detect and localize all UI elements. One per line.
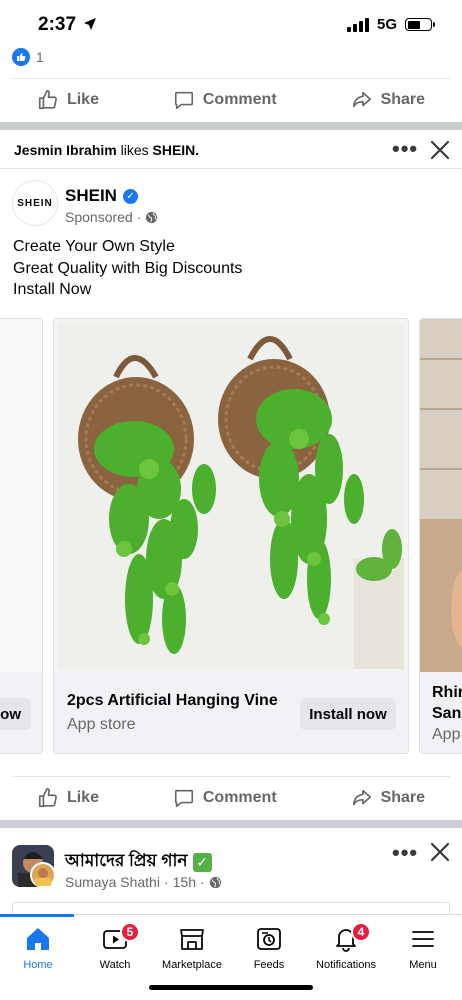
more-options-icon[interactable]: ••• [392,136,418,162]
post-time[interactable]: 15h [173,874,196,890]
comment-button[interactable]: Comment [173,89,277,111]
page-avatar[interactable]: SHEIN [12,180,58,226]
verified-badge-icon: ✓ [122,188,138,204]
share-label: Share [380,789,426,806]
divider [0,168,462,169]
close-icon[interactable] [428,840,452,864]
author-name[interactable]: Sumaya Shathi [65,874,160,890]
close-icon[interactable] [428,138,452,162]
card-title-partial: Rhir San [432,684,462,722]
post-action-bar: Like Comment Share [0,78,462,122]
thumbs-up-icon [38,90,57,110]
tab-menu[interactable]: Menu [383,925,462,971]
location-arrow-icon [84,18,97,30]
like-label: Like [66,91,99,108]
ad-post-action-bar: Like Comment Share [0,776,462,820]
carousel-card-previous[interactable]: ow [0,318,43,754]
like-button[interactable]: Like [37,787,99,809]
network-type: 5G [376,16,397,33]
signal-icon [346,17,369,32]
post-separator [0,820,462,828]
post-context-line: Jesmin Ibrahim likes SHEIN. [14,142,200,158]
thumbs-up-icon [38,788,57,808]
reaction-summary[interactable]: 1 [12,48,44,66]
carousel-card-next[interactable]: Rhir San App [419,318,462,754]
author-avatar-image [35,868,51,886]
card-footer: 2pcs Artificial Hanging Vine App store I… [54,672,408,753]
feeds-icon [257,928,281,950]
status-time: 2:37 [38,14,97,36]
marketplace-icon [180,929,204,950]
post-separator [0,122,462,130]
group-name[interactable]: আমাদের প্রিয় গান ✓ [65,848,212,876]
card-subtitle: App store [67,716,136,733]
share-button[interactable]: Share [351,89,425,111]
like-label: Like [66,789,99,806]
author-avatar[interactable] [30,862,56,888]
post-meta: Sumaya Shathi · 15h · [65,874,222,890]
tab-marketplace[interactable]: Marketplace [152,925,232,971]
product-image [54,319,408,672]
thumbs-up-reaction-icon [12,48,30,66]
more-options-icon[interactable]: ••• [392,840,418,866]
comment-icon [174,789,193,808]
install-now-button[interactable]: Install now [300,698,396,730]
comment-button[interactable]: Comment [173,787,277,809]
card-title: 2pcs Artificial Hanging Vine [67,692,278,709]
home-indicator [149,985,313,990]
globe-icon [209,876,221,888]
install-button-partial[interactable]: ow [0,698,31,730]
context-user[interactable]: Jesmin Ibrahim [14,142,117,158]
sponsored-label: Sponsored · [65,209,158,225]
like-button[interactable]: Like [37,89,99,111]
notifications-badge: 4 [351,922,371,942]
share-label: Share [380,91,426,108]
active-tab-indicator [0,914,74,917]
comment-icon [174,91,193,110]
card-subtitle-partial: App [432,726,461,743]
home-icon [27,928,49,950]
product-image-next [420,319,462,672]
battery-icon [405,18,435,31]
tab-notifications[interactable]: 4 Notifications [306,922,386,971]
context-page[interactable]: SHEIN. [153,142,200,158]
status-indicators: 5G [346,16,435,33]
check-mark-icon: ✓ [192,852,212,872]
comment-label: Comment [202,91,277,108]
comment-label: Comment [202,789,277,806]
tab-home[interactable]: Home [0,925,78,971]
globe-icon [146,211,158,223]
share-icon [352,789,371,806]
watch-badge: 5 [120,922,140,942]
page-name[interactable]: SHEIN ✓ [65,186,138,206]
post-text: Create Your Own Style Great Quality with… [13,238,243,298]
carousel-card-main[interactable]: 2pcs Artificial Hanging Vine App store I… [53,318,409,754]
reaction-count: 1 [36,49,44,65]
tab-feeds[interactable]: Feeds [229,925,309,971]
share-button[interactable]: Share [351,787,425,809]
share-icon [352,91,371,108]
tab-watch[interactable]: 5 Watch [75,922,155,971]
menu-icon [412,931,434,947]
